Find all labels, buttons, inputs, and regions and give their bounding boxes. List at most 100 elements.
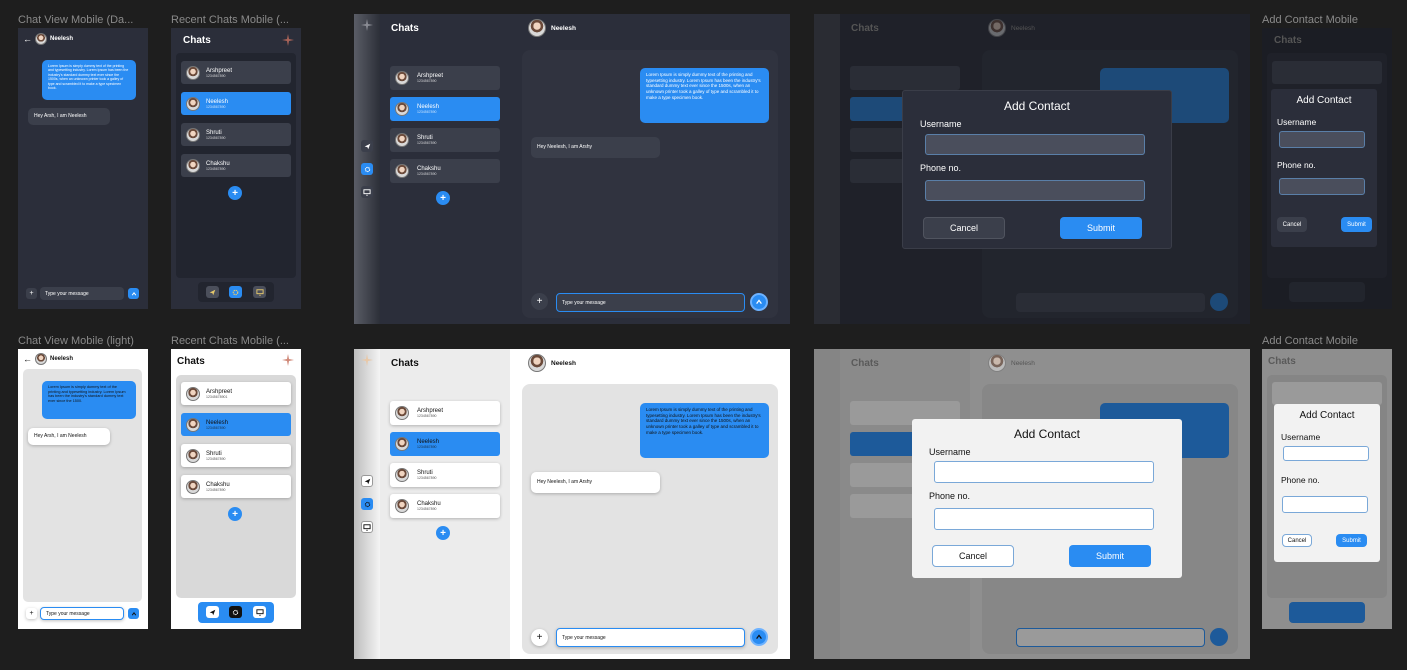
desktop-add-contact-dark: Chats Neelesh Add Contact Username Phone…: [814, 14, 1250, 324]
monitor-icon[interactable]: [361, 521, 373, 533]
add-attachment-button[interactable]: +: [26, 288, 37, 299]
add-attachment-button[interactable]: +: [531, 629, 548, 646]
contact-card-arshpreet[interactable]: [850, 66, 960, 90]
submit-button[interactable]: Submit: [1069, 545, 1151, 567]
contact-card-shruti[interactable]: Shruti 1234567890: [390, 128, 500, 152]
modal-title: Add Contact: [1003, 99, 1071, 113]
chat-header: Neelesh: [528, 19, 576, 37]
send-button[interactable]: [1210, 293, 1228, 311]
frame-label-add-contact-dark: Add Contact Mobile: [1262, 14, 1358, 26]
message-input[interactable]: Type your message: [40, 287, 124, 300]
cancel-button[interactable]: Cancel: [1277, 217, 1307, 232]
contact-card-arshpreet[interactable]: Arshpreet 12345678901: [181, 382, 291, 405]
contact-card-shruti[interactable]: Shruti 1234567890: [181, 444, 291, 467]
send-button[interactable]: [128, 288, 139, 299]
send-button[interactable]: [1210, 628, 1228, 646]
send-icon[interactable]: [361, 140, 373, 152]
contact-card-shruti[interactable]: Shruti 1234567890: [181, 123, 291, 146]
contact-name: Neelesh: [551, 24, 576, 32]
send-button[interactable]: [750, 293, 768, 311]
contact-card-chakshu[interactable]: Chakshu 1234567890: [390, 494, 500, 518]
gear-icon[interactable]: [229, 606, 242, 618]
send-icon[interactable]: [206, 286, 219, 298]
chat-header: ← Neelesh: [23, 33, 73, 45]
phone-field[interactable]: [925, 180, 1145, 201]
sent-message: Lorem Ipsum is simply dummy text of the …: [42, 60, 136, 100]
modal-title: Add Contact: [1299, 410, 1355, 421]
send-button[interactable]: [750, 628, 768, 646]
gear-icon[interactable]: [229, 286, 242, 298]
add-attachment-button[interactable]: +: [26, 608, 37, 619]
contact-card[interactable]: [1272, 61, 1382, 84]
send-button[interactable]: [128, 608, 139, 619]
side-rail: [814, 14, 840, 324]
username-field[interactable]: [1283, 446, 1369, 461]
contact-card-chakshu[interactable]: Chakshu 1234567890: [390, 159, 500, 183]
contact-name: Neelesh: [1011, 24, 1035, 32]
avatar: [186, 448, 200, 463]
back-arrow-icon[interactable]: ←: [23, 34, 32, 44]
phone-field[interactable]: [1279, 178, 1365, 195]
username-field[interactable]: [934, 461, 1154, 483]
contact-card-chakshu[interactable]: Chakshu 1234567890: [181, 154, 291, 177]
received-message: Hey Neelesh, I am Arshy: [531, 472, 660, 493]
modal-title: Add Contact: [1013, 427, 1081, 441]
monitor-icon[interactable]: [253, 606, 266, 618]
monitor-icon[interactable]: [253, 286, 266, 298]
page-title: Chats: [183, 35, 211, 46]
monitor-icon[interactable]: [361, 186, 373, 198]
phone-label: Phone no.: [920, 163, 962, 173]
contact-phone: 1234567890: [206, 104, 226, 109]
send-icon[interactable]: [206, 606, 219, 618]
contact-phone: 1234567890: [206, 425, 226, 430]
contact-phone: 1234567890: [417, 414, 437, 418]
message-input[interactable]: [1016, 293, 1205, 312]
cancel-button[interactable]: Cancel: [923, 217, 1005, 239]
contact-card-neelesh[interactable]: Neelesh 1234567890: [390, 432, 500, 456]
avatar: [186, 127, 200, 142]
contact-card[interactable]: [1272, 382, 1382, 405]
message-input[interactable]: [1016, 628, 1205, 647]
cancel-button[interactable]: Cancel: [1282, 534, 1312, 547]
back-arrow-icon[interactable]: ←: [23, 354, 32, 364]
add-contact-button[interactable]: +: [228, 186, 242, 200]
phone-field[interactable]: [1282, 496, 1368, 513]
contact-card-arshpreet[interactable]: Arshpreet 1234567890: [390, 401, 500, 425]
message-input[interactable]: Type your message: [556, 628, 745, 647]
gear-icon[interactable]: [361, 498, 373, 510]
add-contact-mobile-light: Chats Add Contact Username Phone no. Can…: [1262, 349, 1392, 629]
add-attachment-button[interactable]: +: [531, 293, 548, 310]
contact-card-arshpreet[interactable]: Arshpreet 1234567890: [390, 66, 500, 90]
submit-button[interactable]: Submit: [1060, 217, 1142, 239]
add-contact-button[interactable]: +: [436, 526, 450, 540]
phone-label: Phone no.: [929, 491, 971, 501]
message-input[interactable]: Type your message: [40, 607, 124, 620]
contact-phone: 12345678901: [206, 394, 228, 399]
contact-card-shruti[interactable]: Shruti 1234567890: [390, 463, 500, 487]
contact-card-arshpreet[interactable]: Arshpreet 1234567890: [181, 61, 291, 84]
contact-card-neelesh[interactable]: Neelesh 1234567890: [181, 92, 291, 115]
recent-chats-mobile-light: Chats Arshpreet 12345678901 Neelesh 123456…: [171, 349, 301, 629]
avatar: [395, 71, 409, 85]
contact-card-chakshu[interactable]: Chakshu 1234567890: [181, 475, 291, 498]
avatar: [395, 437, 409, 451]
username-field[interactable]: [1279, 131, 1365, 148]
send-icon[interactable]: [361, 475, 373, 487]
username-field[interactable]: [925, 134, 1145, 155]
chat-header: Neelesh: [988, 19, 1035, 37]
contact-phone: 1234567890: [206, 456, 226, 461]
add-contact-button[interactable]: +: [228, 507, 242, 521]
contact-card-neelesh[interactable]: Neelesh 1234567890: [390, 97, 500, 121]
cancel-button[interactable]: Cancel: [932, 545, 1014, 567]
received-message: Hey Arsh, I am Neelesh: [28, 108, 110, 125]
add-contact-button[interactable]: +: [436, 191, 450, 205]
phone-field[interactable]: [934, 508, 1154, 530]
contact-card-neelesh[interactable]: Neelesh 1234567890: [181, 413, 291, 436]
submit-button[interactable]: Submit: [1341, 217, 1372, 232]
gear-icon[interactable]: [361, 163, 373, 175]
submit-button[interactable]: Submit: [1336, 534, 1367, 547]
contact-phone: 1234567890: [206, 166, 226, 171]
message-input[interactable]: Type your message: [556, 293, 745, 312]
avatar: [395, 164, 409, 178]
desktop-chat-dark: Chats Arshpreet 1234567890 Neelesh 1234567…: [354, 14, 790, 324]
